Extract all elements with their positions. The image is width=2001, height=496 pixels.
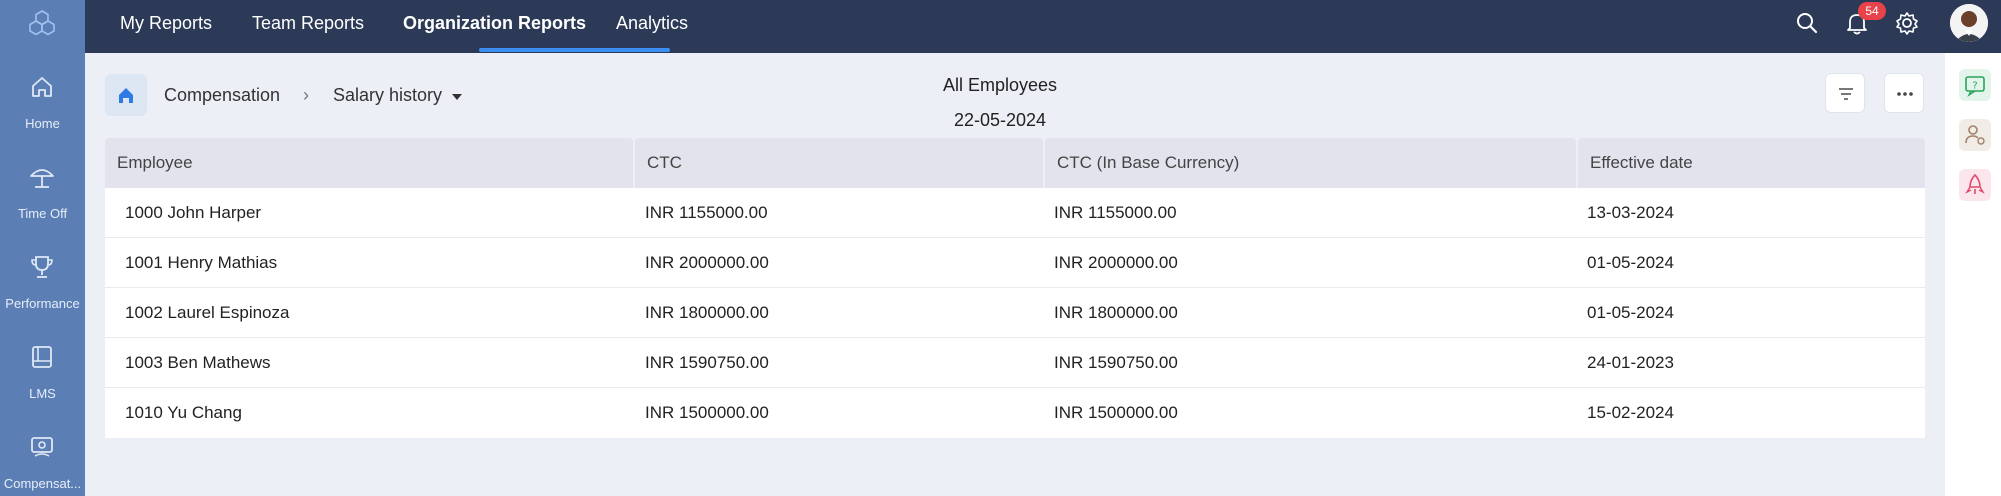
cell-effective-date: 01-05-2024: [1587, 303, 1674, 322]
home-button[interactable]: [105, 74, 147, 116]
chevron-down-icon[interactable]: [452, 94, 462, 100]
svg-text:?: ?: [1972, 81, 1977, 92]
column-header-ctc[interactable]: CTC: [635, 138, 1043, 188]
cell-employee: 1002 Laurel Espinoza: [125, 303, 290, 322]
beach-umbrella-icon: [30, 169, 54, 188]
cell-ctc-base: INR 1500000.00: [1054, 403, 1178, 422]
breadcrumb-separator: ›: [303, 85, 309, 105]
cell-effective-date: 13-03-2024: [1587, 203, 1674, 222]
tab-organization-reports[interactable]: Organization Reports: [403, 0, 586, 53]
cell-employee: 1010 Yu Chang: [125, 403, 242, 422]
cell-effective-date: 15-02-2024: [1587, 403, 1674, 422]
table-header: Employee CTC CTC (In Base Currency) Effe…: [105, 138, 1925, 188]
cell-ctc-base: INR 2000000.00: [1054, 253, 1178, 272]
sidebar-item-home[interactable]: Home: [0, 72, 85, 152]
launch-button[interactable]: [1959, 169, 1991, 201]
breadcrumb-salary-history[interactable]: Salary history: [333, 85, 442, 106]
tab-my-reports[interactable]: My Reports: [120, 0, 212, 53]
column-header-employee[interactable]: Employee: [105, 138, 633, 188]
more-options-button[interactable]: [1884, 73, 1924, 113]
top-navigation-bar: My Reports Team Reports Organization Rep…: [85, 0, 2001, 53]
table-row[interactable]: 1001 Henry Mathias INR 2000000.00 INR 20…: [105, 238, 1925, 288]
app-logo-icon[interactable]: [26, 8, 58, 40]
sidebar-item-label: Compensat...: [3, 476, 82, 491]
table-row[interactable]: 1002 Laurel Espinoza INR 1800000.00 INR …: [105, 288, 1925, 338]
cell-employee: 1003 Ben Mathews: [125, 353, 271, 372]
sidebar-item-label: LMS: [29, 386, 56, 401]
home-icon: [119, 88, 133, 103]
sidebar-item-performance[interactable]: Performance: [0, 252, 85, 332]
book-icon: [32, 346, 52, 368]
cell-ctc: INR 1155000.00: [645, 203, 768, 222]
user-avatar-icon: [1950, 4, 1988, 42]
help-button[interactable]: ?: [1959, 69, 1991, 101]
left-sidebar: Home Time Off Performance LMS Compensat.…: [0, 0, 85, 496]
rocket-icon: [1965, 173, 1985, 194]
cell-employee: 1000 John Harper: [125, 203, 262, 222]
column-header-ctc-base-currency[interactable]: CTC (In Base Currency): [1045, 138, 1576, 188]
trophy-icon: [31, 256, 53, 278]
table-body: 1000 John Harper INR 1155000.00 INR 1155…: [105, 188, 1925, 438]
table-row[interactable]: 1003 Ben Mathews INR 1590750.00 INR 1590…: [105, 338, 1925, 388]
cell-ctc: INR 1500000.00: [645, 403, 769, 422]
user-settings-button[interactable]: [1959, 119, 1991, 151]
cell-ctc-base: INR 1590750.00: [1054, 353, 1178, 372]
tab-analytics[interactable]: Analytics: [616, 0, 688, 53]
sidebar-item-label: Time Off: [17, 206, 68, 221]
right-utility-rail: ?: [1945, 53, 2001, 496]
cell-effective-date: 24-01-2023: [1587, 353, 1674, 372]
cell-ctc-base: INR 1800000.00: [1054, 303, 1178, 322]
table-row[interactable]: 1000 John Harper INR 1155000.00 INR 1155…: [105, 188, 1925, 238]
cell-ctc: INR 1800000.00: [645, 303, 769, 322]
sidebar-item-lms[interactable]: LMS: [0, 342, 85, 422]
cell-ctc-base: INR 1155000.00: [1054, 203, 1177, 222]
report-date: 22-05-2024: [953, 110, 1047, 130]
search-icon[interactable]: [1794, 10, 1820, 36]
help-chat-icon: ?: [1965, 76, 1985, 98]
cell-effective-date: 01-05-2024: [1587, 253, 1674, 272]
main-content: Compensation › Salary history All Employ…: [85, 53, 1945, 496]
notification-badge: 54: [1858, 2, 1886, 20]
cell-employee: 1001 Henry Mathias: [125, 253, 278, 272]
compensation-icon: [31, 437, 53, 457]
cell-ctc: INR 1590750.00: [645, 353, 769, 372]
tab-team-reports[interactable]: Team Reports: [252, 0, 364, 53]
gear-icon[interactable]: [1894, 10, 1920, 36]
avatar[interactable]: [1950, 4, 1988, 42]
home-icon: [32, 77, 52, 97]
sidebar-item-label: Home: [25, 116, 60, 131]
report-title: All Employees: [942, 75, 1058, 95]
sidebar-item-time-off[interactable]: Time Off: [0, 162, 85, 242]
table-row[interactable]: 1010 Yu Chang INR 1500000.00 INR 1500000…: [105, 388, 1925, 438]
filter-icon: [1839, 88, 1853, 100]
more-horizontal-icon: [1897, 92, 1913, 96]
filter-button[interactable]: [1825, 73, 1865, 113]
user-gear-icon: [1965, 125, 1985, 145]
active-tab-indicator: [479, 48, 670, 52]
sidebar-item-compensation[interactable]: Compensat...: [0, 432, 85, 496]
breadcrumb-compensation[interactable]: Compensation: [164, 85, 280, 106]
sidebar-item-label: Performance: [5, 296, 80, 311]
cell-ctc: INR 2000000.00: [645, 253, 769, 272]
column-header-effective-date[interactable]: Effective date: [1578, 138, 1925, 188]
